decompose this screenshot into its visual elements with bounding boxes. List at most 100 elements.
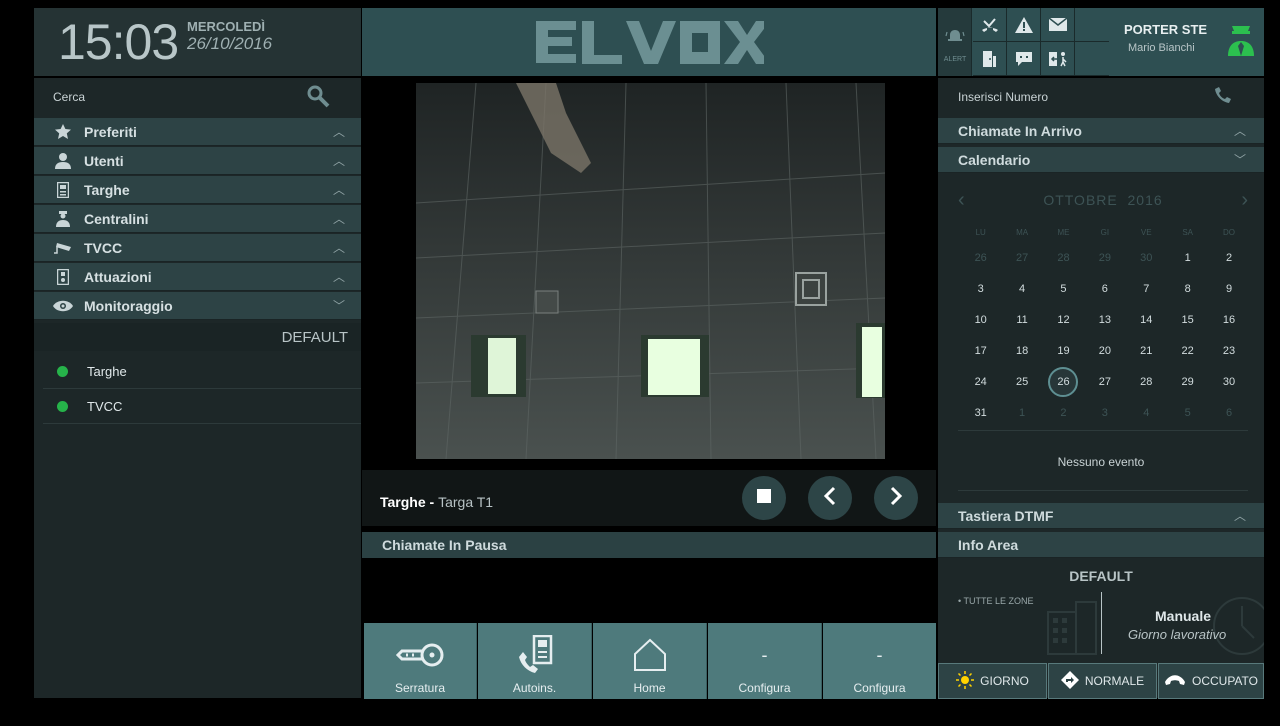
operator-role: PORTER STE — [1124, 22, 1208, 37]
previous-button[interactable] — [808, 476, 852, 520]
weekday-label: DO — [1223, 227, 1236, 237]
calendar-day[interactable]: 26 — [960, 242, 1001, 273]
stop-button[interactable] — [742, 476, 786, 520]
monitor-item-targhe[interactable]: Targhe — [43, 355, 361, 389]
day-mode-button[interactable]: GIORNO — [938, 663, 1047, 699]
calendar-day[interactable]: 6 — [1208, 397, 1249, 428]
calendar-day[interactable]: 14 — [1126, 304, 1167, 335]
search-input[interactable]: Cerca — [53, 90, 85, 104]
status-dot — [57, 401, 68, 412]
calendar-day[interactable]: 3 — [960, 273, 1001, 304]
dtmf-header[interactable]: Tastiera DTMF ︿ — [938, 503, 1264, 529]
calendar-day[interactable]: 11 — [1001, 304, 1042, 335]
calendar-day[interactable]: 27 — [1084, 366, 1125, 397]
calendar-day[interactable]: 7 — [1126, 273, 1167, 304]
calendar-day[interactable]: 25 — [1001, 366, 1042, 397]
blank-slot — [1075, 42, 1109, 76]
calendar-day[interactable]: 29 — [1084, 242, 1125, 273]
calendar-day-today[interactable]: 26 — [1043, 366, 1084, 397]
alert-button[interactable]: ALERT — [938, 8, 972, 76]
busy-mode-button[interactable]: OCCUPATO — [1158, 663, 1264, 699]
incoming-calls-title: Chiamate In Arrivo — [958, 122, 1082, 139]
section-attuazioni[interactable]: Attuazioni ︿ — [34, 263, 361, 291]
calendar-day[interactable]: 18 — [1001, 335, 1042, 366]
calendar-day[interactable]: 30 — [1208, 366, 1249, 397]
section-utenti[interactable]: Utenti ︿ — [34, 147, 361, 175]
calendar-day[interactable]: 20 — [1084, 335, 1125, 366]
next-month-icon[interactable]: › — [1241, 189, 1248, 212]
dial-number-input[interactable]: Inserisci Numero — [958, 90, 1048, 104]
calendar-day[interactable]: 4 — [1001, 273, 1042, 304]
calendar-day[interactable]: 15 — [1167, 304, 1208, 335]
calendar-day[interactable]: 2 — [1208, 242, 1249, 273]
calendar-day[interactable]: 1 — [1001, 397, 1042, 428]
exit-icon[interactable] — [1041, 42, 1075, 76]
next-button[interactable] — [874, 476, 918, 520]
missed-call-icon[interactable] — [973, 8, 1007, 42]
calendar-day[interactable]: 10 — [960, 304, 1001, 335]
paused-calls-header[interactable]: Chiamate In Pausa — [362, 532, 936, 558]
section-monitoraggio[interactable]: Monitoraggio ﹀ — [34, 292, 361, 320]
calendar-day[interactable]: 4 — [1126, 397, 1167, 428]
monitor-group-label: DEFAULT — [281, 329, 348, 346]
prev-month-icon[interactable]: ‹ — [958, 189, 965, 212]
calendar-day[interactable]: 3 — [1084, 397, 1125, 428]
section-targhe[interactable]: Targhe ︿ — [34, 176, 361, 204]
configure-button-2[interactable]: - Configura — [823, 623, 936, 699]
calendar-day[interactable]: 17 — [960, 335, 1001, 366]
calendar-day[interactable]: 5 — [1167, 397, 1208, 428]
incoming-calls-header[interactable]: Chiamate In Arrivo ︿ — [938, 118, 1264, 144]
calendar-day[interactable]: 31 — [960, 397, 1001, 428]
calendar-day[interactable]: 6 — [1084, 273, 1125, 304]
section-label: Utenti — [84, 152, 124, 169]
calendar-day[interactable]: 2 — [1043, 397, 1084, 428]
section-preferiti[interactable]: Preferiti ︿ — [34, 118, 361, 146]
calendar-day[interactable]: 29 — [1167, 366, 1208, 397]
calendar-day[interactable]: 22 — [1167, 335, 1208, 366]
cctv-icon — [52, 241, 74, 255]
section-centralini[interactable]: Centralini ︿ — [34, 205, 361, 233]
divider — [958, 490, 1248, 491]
chat-icon[interactable] — [1007, 42, 1041, 76]
info-area-header[interactable]: Info Area — [938, 532, 1264, 558]
chevron-down-icon: ﹀ — [333, 299, 346, 313]
calendar-day[interactable]: 1 — [1167, 242, 1208, 273]
calendar-day[interactable]: 13 — [1084, 304, 1125, 335]
video-feed[interactable] — [416, 83, 885, 459]
configure-label: Configura — [853, 681, 906, 695]
alarm-bell-icon — [938, 28, 972, 49]
calendar-day[interactable]: 28 — [1043, 242, 1084, 273]
calendar-day[interactable]: 19 — [1043, 335, 1084, 366]
user-icon — [52, 152, 74, 169]
calendar-day[interactable]: 28 — [1126, 366, 1167, 397]
calendar-day[interactable]: 9 — [1208, 273, 1249, 304]
home-label: Home — [633, 681, 666, 695]
calendar-day[interactable]: 8 — [1167, 273, 1208, 304]
diamond-arrow-icon — [1060, 670, 1079, 692]
calendar-day[interactable]: 12 — [1043, 304, 1084, 335]
monitor-item-tvcc[interactable]: TVCC — [43, 390, 361, 424]
normal-mode-button[interactable]: NORMALE — [1048, 663, 1157, 699]
calendar-day[interactable]: 21 — [1126, 335, 1167, 366]
lock-button[interactable]: Serratura — [364, 623, 477, 699]
eye-icon — [52, 300, 74, 312]
home-button[interactable]: Home — [593, 623, 707, 699]
self-insertion-button[interactable]: Autoins. — [478, 623, 592, 699]
calendar-day[interactable]: 23 — [1208, 335, 1249, 366]
search-icon[interactable] — [306, 84, 330, 113]
busy-mode-label: OCCUPATO — [1191, 674, 1258, 688]
calendar-day[interactable]: 16 — [1208, 304, 1249, 335]
configure-button-1[interactable]: - Configura — [708, 623, 822, 699]
calendar-header[interactable]: Calendario ﹀ — [938, 147, 1264, 173]
door-open-icon[interactable] — [973, 42, 1007, 76]
calendar-day[interactable]: 27 — [1001, 242, 1042, 273]
calendar-day[interactable]: 5 — [1043, 273, 1084, 304]
phone-icon[interactable] — [1214, 86, 1232, 109]
chevron-left-icon — [823, 486, 837, 511]
calendar-day[interactable]: 24 — [960, 366, 1001, 397]
section-tvcc[interactable]: TVCC ︿ — [34, 234, 361, 262]
calendar-day[interactable]: 30 — [1126, 242, 1167, 273]
porter-avatar-icon[interactable] — [1226, 22, 1256, 63]
warning-icon[interactable] — [1007, 8, 1041, 42]
mail-icon[interactable] — [1041, 8, 1075, 42]
